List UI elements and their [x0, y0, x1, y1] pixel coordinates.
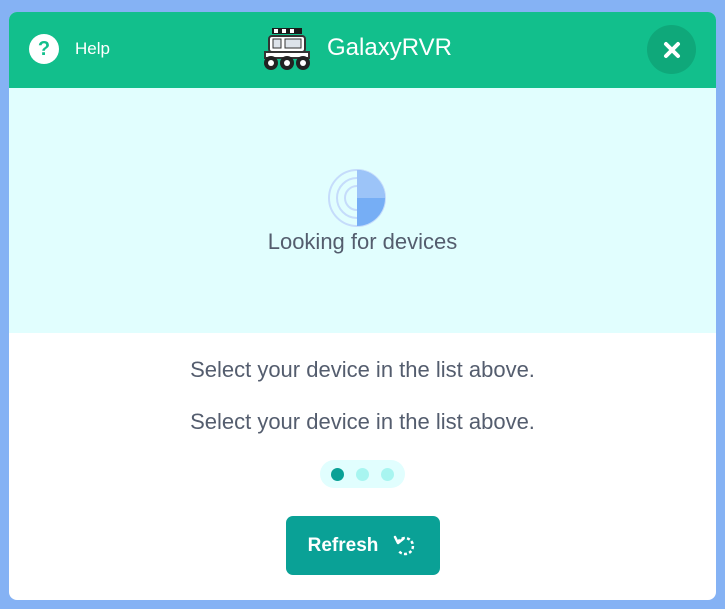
device-scan-area: Looking for devices: [9, 88, 716, 333]
brand: GalaxyRVR: [257, 24, 452, 72]
close-icon: [663, 41, 680, 58]
step-dot: [381, 467, 394, 481]
instruction-text: Select your device in the list above.: [190, 357, 535, 382]
help-label: Help: [75, 39, 110, 58]
step-dot-active: [331, 467, 344, 481]
refresh-button[interactable]: Refresh: [286, 516, 440, 575]
connection-dialog: ? Help GalaxyRVR Looking for devices Sel…: [9, 12, 716, 600]
step-indicator: [320, 460, 405, 488]
scan-status-text: Looking for devices: [267, 229, 458, 254]
dialog-header: ? Help GalaxyRVR: [9, 12, 716, 88]
rover-logo: [264, 28, 310, 70]
refresh-icon: [394, 535, 415, 555]
refresh-label: Refresh: [307, 534, 379, 556]
close-button[interactable]: [647, 25, 696, 74]
help-button[interactable]: ? Help: [29, 34, 110, 64]
question-icon: ?: [29, 34, 59, 64]
instruction-text: Select your device in the list above.: [190, 409, 535, 434]
radar-icon: [328, 169, 386, 227]
step-dot: [356, 467, 369, 481]
app-title: GalaxyRVR: [327, 34, 452, 61]
